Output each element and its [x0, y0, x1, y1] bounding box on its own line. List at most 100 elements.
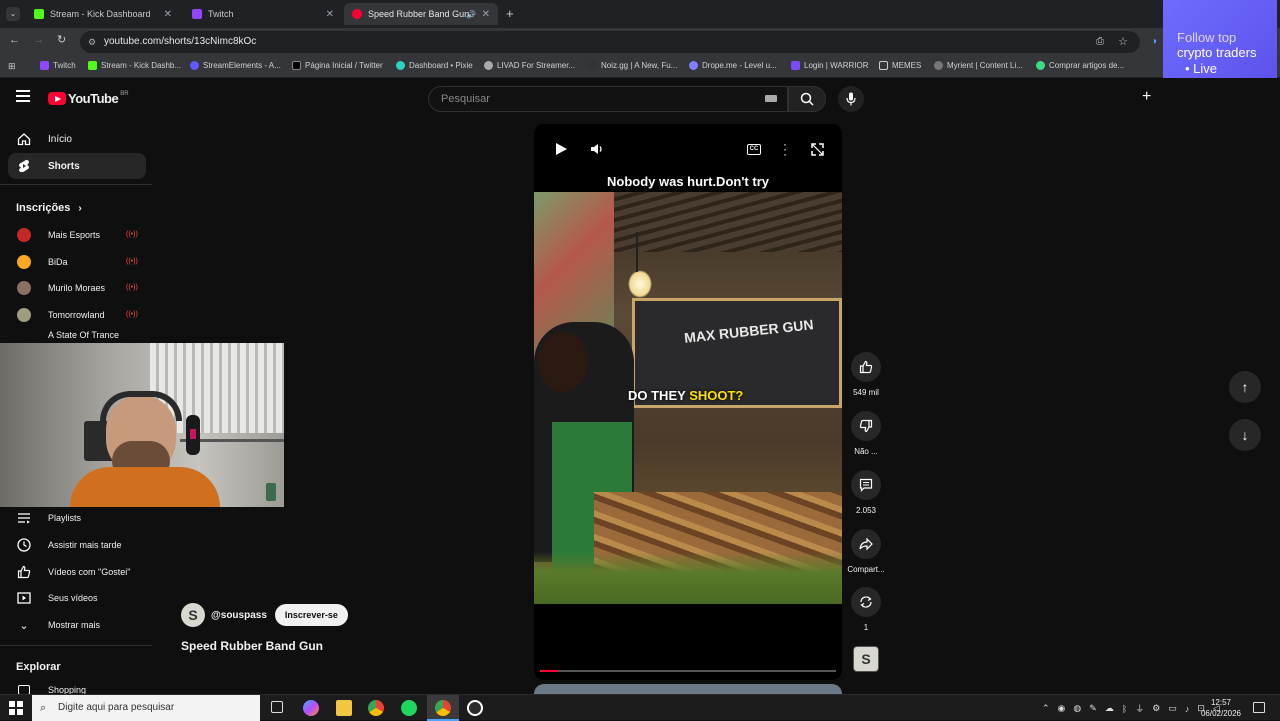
tab-kick-dashboard[interactable]: Stream - Kick Dashboard ✕	[26, 3, 180, 25]
captions-icon[interactable]: CC	[747, 144, 761, 155]
short-title[interactable]: Speed Rubber Band Gun	[181, 639, 323, 653]
subscriptions-heading[interactable]: Inscrições ›	[16, 202, 82, 214]
sidebar-item-watch-later[interactable]: Assistir mais tarde	[8, 532, 146, 558]
bookmark-star-icon[interactable]: ☆	[1118, 31, 1128, 53]
next-short-preview[interactable]	[534, 684, 842, 694]
sidebar-item-home[interactable]: Início	[8, 126, 146, 152]
streamelements-icon	[190, 61, 199, 70]
voice-search-button[interactable]	[838, 86, 864, 112]
mic-icon[interactable]: ♪	[1185, 704, 1190, 714]
sidebar-item-liked[interactable]: Vídeos com "Gostei"	[8, 559, 146, 585]
url-input[interactable]: ⚙ youtube.com/shorts/13cNimc8kOc ⎙ ☆	[80, 31, 1140, 53]
close-icon[interactable]: ✕	[326, 9, 334, 20]
bookmark-label: StreamElements - A...	[203, 61, 281, 70]
subscribe-button[interactable]: Inscrever-se	[274, 604, 348, 626]
previous-short-button[interactable]: ↑	[1229, 371, 1261, 403]
chevron-up-icon[interactable]: ⌃	[1042, 703, 1050, 714]
back-icon[interactable]: ←	[9, 34, 20, 46]
bookmark-myrient[interactable]: Myrient | Content Li...	[934, 61, 1023, 70]
chrome-icon[interactable]	[368, 700, 384, 716]
next-short-button[interactable]: ↓	[1229, 419, 1261, 451]
taskbar-search-input[interactable]: ⌕ Digite aqui para pesquisar	[32, 695, 260, 721]
ad-text-line1: Follow top	[1177, 30, 1237, 45]
spotify-icon[interactable]	[401, 700, 417, 716]
sidebar-item-label: Assistir mais tarde	[48, 540, 122, 550]
sidebar-item-your-videos[interactable]: Seus vídeos	[8, 585, 146, 611]
tab-search-icon[interactable]: ⌄	[6, 7, 20, 21]
cloud-icon[interactable]: ☁	[1105, 703, 1114, 714]
audio-playing-icon[interactable]: 🔊	[466, 10, 476, 19]
sidebar-item-shorts[interactable]: Shorts	[8, 153, 146, 179]
discord-icon[interactable]: ◍	[1073, 703, 1081, 714]
sidebar-item-show-more[interactable]: ⌄ Mostrar mais	[8, 612, 146, 638]
notifications-icon[interactable]	[1253, 702, 1265, 713]
play-icon[interactable]	[556, 143, 567, 155]
sidebar-item-playlists[interactable]: Playlists	[8, 505, 146, 531]
channel-avatar[interactable]: S	[181, 603, 205, 627]
bookmark-warrior[interactable]: Login | WARRIOR	[791, 61, 868, 70]
like-button[interactable]: 549 mil	[845, 352, 887, 397]
extension-icon[interactable]: ◗	[1152, 36, 1158, 47]
apps-grid-icon[interactable]: ⊞	[8, 61, 16, 72]
more-options-icon[interactable]: · · ·	[783, 138, 787, 160]
file-explorer-icon[interactable]	[336, 700, 352, 716]
youtube-logo[interactable]: YouTube BR	[48, 91, 129, 106]
share-button[interactable]: Compart...	[845, 529, 887, 574]
bookmark-folder-memes[interactable]: MEMES	[879, 61, 921, 70]
fullscreen-icon[interactable]	[811, 143, 824, 161]
volume-icon[interactable]	[590, 142, 604, 161]
site-info-icon[interactable]: ⚙	[88, 31, 96, 53]
bookmark-drope[interactable]: Drope.me - Level u...	[689, 61, 777, 70]
install-app-icon[interactable]: ⎙	[1096, 31, 1104, 53]
sidebar-sub-asot[interactable]: A State Of Trance	[8, 330, 146, 344]
sidebar-sub-tomorrowland[interactable]: Tomorrowland ((•))	[8, 302, 146, 328]
short-player[interactable]: MAX RUBBER GUN DO THEY SHOOT? CC · · · Nob…	[534, 124, 842, 680]
steam-icon[interactable]: ◉	[1058, 703, 1066, 714]
sidebar-sub-bida[interactable]: BiDa ((•))	[8, 249, 146, 275]
sidebar-sub-mais-esports[interactable]: Mais Esports ((•))	[8, 222, 146, 248]
usb-icon[interactable]: ⏚	[1135, 702, 1144, 715]
bookmark-google[interactable]: Comprar artigos de...	[1036, 61, 1124, 70]
tab-youtube[interactable]: Speed Rubber Band Gun - 🔊 ✕	[344, 3, 498, 25]
bookmark-livad[interactable]: LIVAD For Streamer...	[484, 61, 575, 70]
bookmark-streamelements[interactable]: StreamElements - A...	[190, 61, 281, 70]
search-input[interactable]: Pesquisar	[428, 86, 788, 112]
forward-icon[interactable]: →	[33, 34, 44, 46]
clock[interactable]: 12:57 06/02/2026	[1196, 697, 1246, 719]
bookmark-noiz[interactable]: Noiz.gg | A New, Fu...	[588, 61, 677, 70]
chrome-profile-icon[interactable]	[435, 700, 451, 716]
copilot-icon[interactable]	[303, 700, 319, 716]
sound-thumbnail[interactable]: S	[853, 646, 879, 672]
reload-icon[interactable]: ↻	[57, 33, 66, 46]
bookmark-kick[interactable]: Stream - Kick Dashb...	[88, 61, 181, 70]
progress-bar[interactable]	[540, 670, 836, 672]
task-view-icon[interactable]	[271, 701, 283, 713]
close-icon[interactable]: ✕	[482, 9, 490, 20]
search-button[interactable]	[788, 86, 826, 112]
overlay-text-white: DO THEY	[628, 388, 686, 403]
tablet-icon[interactable]: ▭	[1168, 703, 1177, 714]
close-icon[interactable]: ✕	[164, 9, 172, 20]
clock-icon	[17, 538, 31, 552]
obs-icon[interactable]	[467, 700, 483, 716]
create-icon[interactable]: +	[1142, 89, 1151, 105]
settings-icon[interactable]: ⚙	[1152, 703, 1160, 714]
bluetooth-icon[interactable]: ᛒ	[1122, 704, 1127, 714]
clock-time: 12:57	[1210, 698, 1232, 707]
pen-icon[interactable]: ✎	[1089, 703, 1097, 714]
sidebar-sub-murilo[interactable]: Murilo Moraes ((•))	[8, 275, 146, 301]
channel-name[interactable]: @souspass	[211, 610, 267, 621]
keyboard-icon[interactable]	[765, 95, 777, 102]
menu-icon[interactable]	[16, 90, 30, 102]
bookmark-pixie[interactable]: Dashboard • Pixie	[396, 61, 473, 70]
sidebar-divider	[0, 645, 152, 646]
share-icon	[859, 537, 873, 551]
new-tab-button[interactable]: +	[506, 6, 514, 21]
windows-start-icon[interactable]	[9, 701, 23, 715]
remix-button[interactable]: 1	[845, 587, 887, 632]
tab-twitch[interactable]: Twitch ✕	[184, 3, 342, 25]
bookmark-twitch[interactable]: Twitch	[40, 61, 76, 70]
dislike-button[interactable]: Não ...	[845, 411, 887, 456]
comments-button[interactable]: 2.053	[845, 470, 887, 515]
bookmark-twitter[interactable]: Página Inicial / Twitter	[292, 61, 383, 70]
